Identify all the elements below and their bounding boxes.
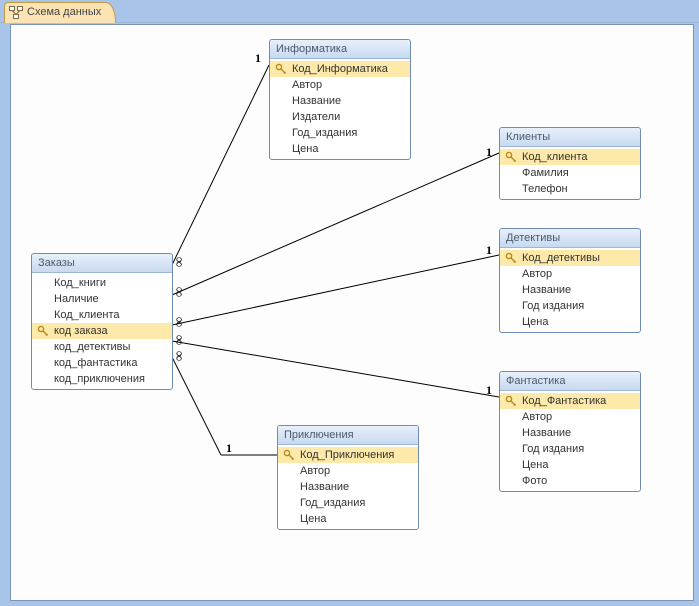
tab-schema[interactable]: Схема данных bbox=[4, 2, 116, 23]
field-row[interactable]: Код_Приключения bbox=[278, 447, 418, 463]
field-row[interactable]: Год издания bbox=[500, 441, 640, 457]
tab-strip: Схема данных bbox=[0, 0, 699, 23]
field-name: Название bbox=[522, 284, 571, 296]
field-list: Код_Приключения Автор Название Год_издания Ц… bbox=[278, 445, 418, 529]
field-row[interactable]: Название bbox=[500, 282, 640, 298]
field-row[interactable]: Код_клиента bbox=[500, 149, 640, 165]
field-name: Код_Приключения bbox=[300, 449, 394, 461]
field-name: Код_Фантастика bbox=[522, 395, 606, 407]
table-informatika[interactable]: Информатика Код_Информатика Автор Название… bbox=[269, 39, 411, 160]
field-name: Фамилия bbox=[522, 167, 569, 179]
field-row[interactable]: Код_Фантастика bbox=[500, 393, 640, 409]
field-name: Год_издания bbox=[300, 497, 365, 509]
cardinality-one: 1 bbox=[486, 243, 492, 258]
table-title[interactable]: Детективы bbox=[500, 229, 640, 248]
field-list: Код_детективы Автор Название Год издания Цен… bbox=[500, 248, 640, 332]
field-row[interactable]: Название bbox=[270, 93, 410, 109]
field-name: Цена bbox=[522, 459, 548, 471]
table-title[interactable]: Фантастика bbox=[500, 372, 640, 391]
field-name: код_фантастика bbox=[54, 357, 137, 369]
field-name: код_детективы bbox=[54, 341, 130, 353]
primary-key-icon bbox=[505, 252, 517, 264]
field-name: Название bbox=[300, 481, 349, 493]
tab-label: Схема данных bbox=[27, 6, 101, 18]
table-title[interactable]: Клиенты bbox=[500, 128, 640, 147]
field-row[interactable]: Фото bbox=[500, 473, 640, 489]
field-name: Цена bbox=[522, 316, 548, 328]
table-title[interactable]: Приключения bbox=[278, 426, 418, 445]
field-row[interactable]: Код_клиента bbox=[32, 307, 172, 323]
field-name: Автор bbox=[522, 411, 552, 423]
table-title[interactable]: Заказы bbox=[32, 254, 172, 273]
field-name: Телефон bbox=[522, 183, 568, 195]
primary-key-icon bbox=[275, 63, 287, 75]
field-name: Год_издания bbox=[292, 127, 357, 139]
field-row[interactable]: Автор bbox=[278, 463, 418, 479]
field-row[interactable]: Автор bbox=[270, 77, 410, 93]
primary-key-icon bbox=[37, 325, 49, 337]
field-list: Код_Информатика Автор Название Издатели Год_… bbox=[270, 59, 410, 159]
field-row[interactable]: Код_детективы bbox=[500, 250, 640, 266]
field-name: Наличие bbox=[54, 293, 99, 305]
field-name: Год издания bbox=[522, 300, 584, 312]
field-row[interactable]: Фамилия bbox=[500, 165, 640, 181]
field-row[interactable]: Автор bbox=[500, 409, 640, 425]
field-row[interactable]: Код_Информатика bbox=[270, 61, 410, 77]
field-name: Автор bbox=[522, 268, 552, 280]
field-name: Фото bbox=[522, 475, 547, 487]
relationships-icon bbox=[9, 6, 23, 19]
field-row[interactable]: Год издания bbox=[500, 298, 640, 314]
primary-key-icon bbox=[505, 151, 517, 163]
field-name: Издатели bbox=[292, 111, 340, 123]
table-klienty[interactable]: Клиенты Код_клиента Фамилия Телефон bbox=[499, 127, 641, 200]
field-row[interactable]: код_приключения bbox=[32, 371, 172, 387]
field-row[interactable]: Наличие bbox=[32, 291, 172, 307]
primary-key-icon bbox=[283, 449, 295, 461]
field-row[interactable]: код заказа bbox=[32, 323, 172, 339]
cardinality-one: 1 bbox=[486, 145, 492, 160]
field-name: Код_книги bbox=[54, 277, 106, 289]
table-priklyucheniya[interactable]: Приключения Код_Приключения Автор Название… bbox=[277, 425, 419, 530]
cardinality-one: 1 bbox=[226, 441, 232, 456]
field-name: Код_клиента bbox=[54, 309, 120, 321]
field-row[interactable]: код_детективы bbox=[32, 339, 172, 355]
field-row[interactable]: Цена bbox=[278, 511, 418, 527]
field-name: Код_клиента bbox=[522, 151, 588, 163]
table-title[interactable]: Информатика bbox=[270, 40, 410, 59]
cardinality-one: 1 bbox=[255, 51, 261, 66]
field-row[interactable]: код_фантастика bbox=[32, 355, 172, 371]
field-row[interactable]: Телефон bbox=[500, 181, 640, 197]
field-row[interactable]: Название bbox=[500, 425, 640, 441]
field-name: Автор bbox=[292, 79, 322, 91]
table-zakazy[interactable]: Заказы Код_книги Наличие Код_клиента код за… bbox=[31, 253, 173, 390]
field-name: Код_детективы bbox=[522, 252, 600, 264]
relationships-canvas[interactable]: 1 ∞ 1 ∞ 1 ∞ 1 ∞ 1 ∞ Заказы Код_книгиНали… bbox=[10, 24, 694, 601]
field-row[interactable]: Код_книги bbox=[32, 275, 172, 291]
table-fantastika[interactable]: Фантастика Код_Фантастика Автор Название Го… bbox=[499, 371, 641, 492]
field-row[interactable]: Год_издания bbox=[278, 495, 418, 511]
field-row[interactable]: Цена bbox=[500, 314, 640, 330]
field-name: код_приключения bbox=[54, 373, 145, 385]
field-list: Код_книги Наличие Код_клиента код заказа код… bbox=[32, 273, 172, 389]
field-list: Код_Фантастика Автор Название Год издания Це… bbox=[500, 391, 640, 491]
field-row[interactable]: Год_издания bbox=[270, 125, 410, 141]
primary-key-icon bbox=[505, 395, 517, 407]
field-row[interactable]: Цена bbox=[500, 457, 640, 473]
field-name: Цена bbox=[292, 143, 318, 155]
field-row[interactable]: Автор bbox=[500, 266, 640, 282]
field-row[interactable]: Цена bbox=[270, 141, 410, 157]
field-name: Год издания bbox=[522, 443, 584, 455]
field-name: Цена bbox=[300, 513, 326, 525]
field-name: Название bbox=[522, 427, 571, 439]
field-name: код заказа bbox=[54, 325, 108, 337]
cardinality-one: 1 bbox=[486, 383, 492, 398]
field-name: Название bbox=[292, 95, 341, 107]
field-row[interactable]: Название bbox=[278, 479, 418, 495]
table-detektivy[interactable]: Детективы Код_детективы Автор Название Год … bbox=[499, 228, 641, 333]
field-row[interactable]: Издатели bbox=[270, 109, 410, 125]
field-name: Код_Информатика bbox=[292, 63, 388, 75]
field-list: Код_клиента Фамилия Телефон bbox=[500, 147, 640, 199]
field-name: Автор bbox=[300, 465, 330, 477]
